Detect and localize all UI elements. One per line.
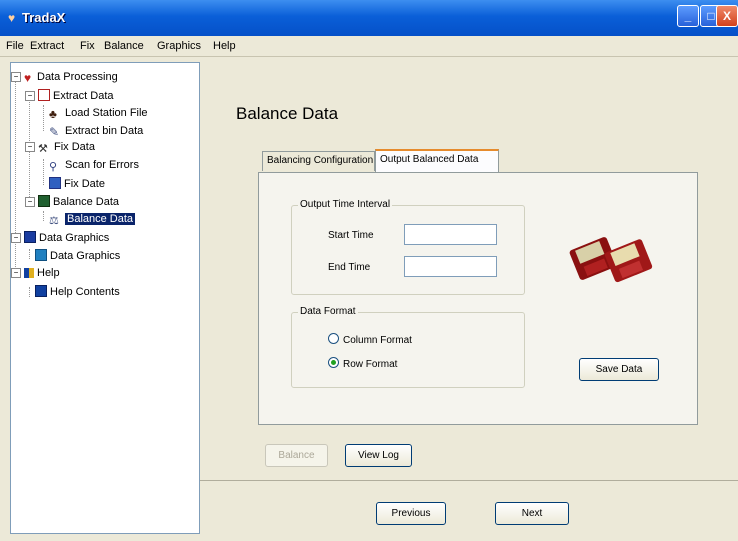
radio-selected-icon [328,357,339,368]
page-title: Balance Data [236,104,339,123]
tab-balancing-configuration[interactable]: Balancing Configuration [262,151,375,171]
tree-node-balance-data-selected[interactable]: ⚖ Balance Data [49,213,136,227]
window-title: TradaX [22,10,66,25]
save-data-button[interactable]: Save Data [579,358,659,381]
help-book-icon [24,268,34,278]
help-contents-icon [35,285,47,297]
menu-balance[interactable]: Balance [104,40,144,52]
tree-node-help[interactable]: − Help [11,267,60,279]
tab-output-balanced-data[interactable]: Output Balanced Data [375,149,499,172]
column-format-radio[interactable]: Column Format [328,333,412,346]
menu-file[interactable]: File [6,40,24,52]
group-legend: Data Format [298,306,358,317]
floppy-disks-icon [569,237,653,283]
menu-bar: File Extract Fix Balance Graphics Help [0,36,738,57]
collapse-toggle[interactable]: − [11,72,21,82]
tree-node-help-contents[interactable]: Help Contents [35,285,120,298]
menu-extract[interactable]: Extract [30,40,64,52]
collapse-toggle[interactable]: − [25,91,35,101]
start-time-input[interactable] [404,224,497,245]
previous-button[interactable]: Previous [376,502,446,525]
extract-data-icon [38,89,50,101]
group-legend: Output Time Interval [298,199,393,210]
tree-node-fix-data[interactable]: − ⚒ Fix Data [25,141,95,155]
calendar-icon [49,177,61,189]
collapse-toggle[interactable]: − [11,268,21,278]
radio-icon [328,333,339,344]
pen-icon: ✎ [49,125,60,139]
title-bar[interactable]: ♥ TradaX _ □ X [0,0,738,36]
view-log-button[interactable]: View Log [345,444,412,467]
station-file-icon: ♣ [49,107,57,121]
minimize-button[interactable]: _ [677,5,699,27]
start-time-label: Start Time [328,230,374,241]
data-format-group: Data Format Column Format Row Format [291,306,525,388]
collapse-toggle[interactable]: − [25,142,35,152]
close-button[interactable]: X [716,5,738,27]
row-format-radio[interactable]: Row Format [328,357,397,370]
tree-node-scan-for-errors[interactable]: ⚲ Scan for Errors [49,159,139,173]
balance-data-icon [38,195,50,207]
next-button[interactable]: Next [495,502,569,525]
tree-node-load-station-file[interactable]: ♣ Load Station File [49,107,148,121]
menu-graphics[interactable]: Graphics [157,40,201,52]
graphics-icon [24,231,36,243]
data-processing-icon: ♥ [24,71,32,85]
tree-node-fix-date[interactable]: Fix Date [49,177,105,190]
end-time-input[interactable] [404,256,497,277]
tree-node-extract-data[interactable]: − Extract Data [25,89,114,102]
tree-node-extract-bin-data[interactable]: ✎ Extract bin Data [49,125,143,139]
scan-icon: ⚲ [49,161,58,173]
balance-icon: ⚖ [49,215,59,227]
collapse-toggle[interactable]: − [25,197,35,207]
collapse-toggle[interactable]: − [11,233,21,243]
navigation-tree[interactable]: − ♥ Data Processing − Extract Data ♣ Load St… [10,62,200,534]
output-time-interval-group: Output Time Interval Start Time End Time [291,199,525,295]
tree-node-balance-data[interactable]: − Balance Data [25,195,119,208]
tab-panel: Output Time Interval Start Time End Time… [258,172,698,425]
balance-button[interactable]: Balance [265,444,328,467]
tree-node-data-graphics[interactable]: − Data Graphics [11,231,109,244]
menu-help[interactable]: Help [213,40,236,52]
menu-fix[interactable]: Fix [80,40,95,52]
chart-icon [35,249,47,261]
tree-node-data-processing[interactable]: − ♥ Data Processing [11,71,118,85]
app-icon: ♥ [8,11,16,25]
tree-node-data-graphics-child[interactable]: Data Graphics [35,249,120,262]
footer-divider [200,480,738,481]
end-time-label: End Time [328,262,371,273]
fix-data-icon: ⚒ [38,143,48,155]
